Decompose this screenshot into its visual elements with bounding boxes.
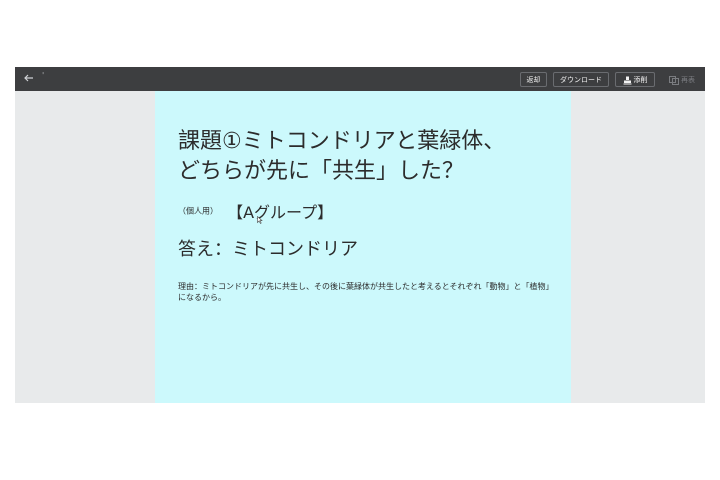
reason-text: 理由：ミトコンドリアが先に共生し、その後に葉緑体が共生したと考えるとそれぞれ「動… [178,282,554,302]
copy-icon [669,75,679,85]
title-text: ' [42,71,45,80]
answer-text: 答え：ミトコンドリア [178,239,358,260]
mouse-cursor-icon [257,216,263,224]
correct-button-label: 添削 [633,76,648,84]
slide-page: 課題①ミトコンドリアと葉緑体、 どちらが先に「共生」した？ （個人用） 【Aグル… [155,91,571,403]
document-viewer: ' 返却 ダウンロード 添削 再表 課題①ミトコンドリアと葉緑体、 どちらが先に… [15,67,705,403]
slide-title: 課題①ミトコンドリアと葉緑体、 どちらが先に「共生」した？ [178,127,505,187]
submit-button[interactable]: 再表 [663,72,701,87]
stamp-icon [623,76,631,84]
download-button[interactable]: ダウンロード [553,72,609,87]
title-line-1: 課題①ミトコンドリアと葉緑体、 [178,129,506,154]
slide-subtitle: （個人用） 【Aグループ】 [178,199,333,223]
individual-note: （個人用） [178,206,218,216]
download-button-label: ダウンロード [560,76,602,84]
submit-button-label: 再表 [681,76,695,84]
arrow-left-icon [24,74,33,82]
back-button[interactable] [22,71,36,85]
correct-button[interactable]: 添削 [615,72,655,87]
return-button-label: 返却 [526,76,541,84]
return-button[interactable]: 返却 [520,72,547,87]
viewer-toolbar: ' 返却 ダウンロード 添削 再表 [15,67,705,91]
group-label: 【Aグループ】 [227,203,334,222]
title-line-2: どちらが先に「共生」した？ [178,159,465,184]
